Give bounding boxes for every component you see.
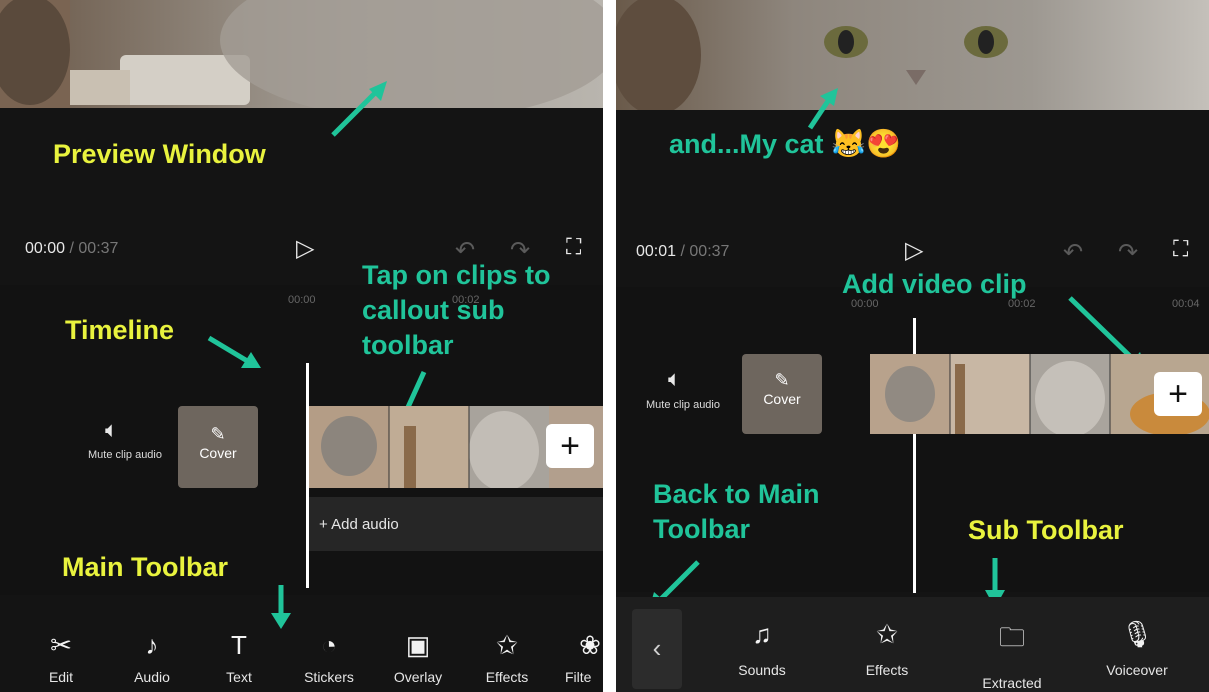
preview-window[interactable] xyxy=(0,0,603,108)
toolbar-label: Voiceover xyxy=(1106,662,1168,678)
fullscreen-icon[interactable]: ⛶ xyxy=(566,234,581,260)
add-audio-track[interactable]: + Add audio xyxy=(309,497,603,551)
toolbar-item-audio[interactable]: ♪ Audio xyxy=(125,630,179,685)
toolbar-label: Extracted xyxy=(982,675,1042,691)
ruler-tick: 00:00 xyxy=(288,294,316,306)
annotation-arrow xyxy=(807,88,838,130)
toolbar-item-edit[interactable]: ✂︎ Edit xyxy=(36,630,86,685)
toolbar-item-overlay[interactable]: ▣ Overlay xyxy=(386,630,450,685)
main-toolbar: ✂︎ Edit ♪ Audio T Text ◔ Stickers ▣ Over… xyxy=(0,630,603,692)
toolbar-label: Overlay xyxy=(393,669,443,685)
play-icon[interactable]: ▷ xyxy=(905,236,923,265)
fullscreen-icon[interactable]: ⛶ xyxy=(1173,236,1188,262)
time-display: 00:01 / 00:37 xyxy=(636,243,729,261)
annotation-preview-window: Preview Window xyxy=(53,139,266,169)
effects-star-icon: ✩ xyxy=(876,619,898,649)
current-time: 00:00 xyxy=(25,240,66,257)
chevron-left-icon: ‹ xyxy=(652,633,662,663)
cover-label: Cover xyxy=(199,445,237,461)
back-button[interactable]: ‹ xyxy=(632,609,682,689)
annotation-arrow xyxy=(207,335,261,368)
sub-toolbar: ‹ ♫ Sounds ✩ Effects 🗀︎ Extracted 🎙︎ Voi… xyxy=(616,597,1209,692)
cover-button[interactable]: ✎ Cover xyxy=(742,354,822,434)
folder-icon: 🗀︎ xyxy=(998,622,1025,652)
scissors-icon: ✂︎ xyxy=(50,630,72,660)
toolbar-label: Filte xyxy=(565,669,592,685)
current-time: 00:01 xyxy=(636,243,677,260)
microphone-icon: 🎙︎ xyxy=(1120,619,1154,649)
toolbar-label: Stickers xyxy=(304,669,354,685)
add-clip-button[interactable]: + xyxy=(546,424,594,468)
add-audio-label: + Add audio xyxy=(319,516,399,533)
edit-pencil-icon: ✎ xyxy=(210,424,226,444)
cover-button[interactable]: ✎ Cover xyxy=(178,406,258,488)
toolbar-label: Audio xyxy=(134,669,170,685)
sub-toolbar-item-effects[interactable]: ✩ Effects xyxy=(852,619,922,678)
toolbar-label: Effects xyxy=(485,669,529,685)
annotation-main-toolbar: Main Toolbar xyxy=(62,552,228,582)
toolbar-label: Edit xyxy=(48,669,74,685)
overlay-icon: ▣ xyxy=(405,630,431,660)
music-note-icon: ♪ xyxy=(145,630,159,660)
toolbar-label: Text xyxy=(226,669,252,685)
play-icon[interactable]: ▷ xyxy=(296,234,314,263)
mute-clip-audio-label[interactable]: Mute clip audio xyxy=(85,448,165,462)
preview-window[interactable] xyxy=(616,0,1209,110)
ruler-tick: 00:04 xyxy=(1172,298,1200,310)
right-screenshot: and...My cat 😹😍 00:01 / 00:37 ▷ ↶ ↷ ⛶ 00… xyxy=(616,0,1209,692)
cover-label: Cover xyxy=(763,391,801,407)
cat-preview-image xyxy=(616,0,1209,110)
annotation-my-cat: and...My cat 😹😍 xyxy=(669,126,901,162)
annotation-arrow xyxy=(271,585,291,629)
annotation-arrow xyxy=(331,81,387,137)
speaker-icon[interactable]: 🔈︎ xyxy=(668,366,681,392)
toolbar-item-text[interactable]: T Text xyxy=(214,630,264,685)
sub-toolbar-item-extracted[interactable]: 🗀︎ Extracted xyxy=(972,619,1052,691)
sound-note-icon: ♫ xyxy=(752,619,772,649)
heart-eyes-emoji-icon: 😍 xyxy=(865,128,901,159)
speaker-icon[interactable]: 🔈︎ xyxy=(105,417,118,443)
mute-clip-audio-label[interactable]: Mute clip audio xyxy=(643,398,723,412)
annotation-sub-toolbar: Sub Toolbar xyxy=(968,515,1124,545)
text-icon: T xyxy=(231,630,247,660)
annotation-tap-on-clips: Tap on clips to callout sub toolbar xyxy=(362,260,551,360)
annotation-back-to-main-toolbar: Back to Main Toolbar xyxy=(653,479,820,544)
toolbar-label: Effects xyxy=(865,662,909,678)
toolbar-item-stickers[interactable]: ◔ Stickers xyxy=(296,630,362,685)
effects-star-icon: ✩ xyxy=(496,630,518,660)
annotation-my-cat-text: and...My cat xyxy=(669,129,824,159)
toolbar-item-effects[interactable]: ✩ Effects xyxy=(475,630,539,685)
filter-icon: ❀ xyxy=(579,630,601,660)
undo-icon[interactable]: ↶ xyxy=(1063,238,1083,267)
time-display: 00:00 / 00:37 xyxy=(25,240,118,258)
toolbar-item-filters[interactable]: ❀ Filte xyxy=(565,630,603,685)
redo-icon[interactable]: ↷ xyxy=(1118,238,1138,267)
left-screenshot: Preview Window 00:00 / 00:37 ▷ ↶ ↷ ⛶ 00:… xyxy=(0,0,603,692)
annotation-add-video-clip: Add video clip xyxy=(842,269,1027,299)
sub-toolbar-item-voiceover[interactable]: 🎙︎ Voiceover xyxy=(1094,619,1180,678)
edit-pencil-icon: ✎ xyxy=(774,370,790,390)
annotation-timeline: Timeline xyxy=(65,315,175,345)
sub-toolbar-item-sounds[interactable]: ♫ Sounds xyxy=(727,619,797,678)
sticker-icon: ◔ xyxy=(321,630,337,660)
toolbar-label: Sounds xyxy=(738,662,786,678)
add-clip-button[interactable]: + xyxy=(1154,372,1202,416)
total-time: / 00:37 xyxy=(680,243,730,260)
total-time: / 00:37 xyxy=(69,240,119,257)
cat-preview-image xyxy=(0,0,603,108)
